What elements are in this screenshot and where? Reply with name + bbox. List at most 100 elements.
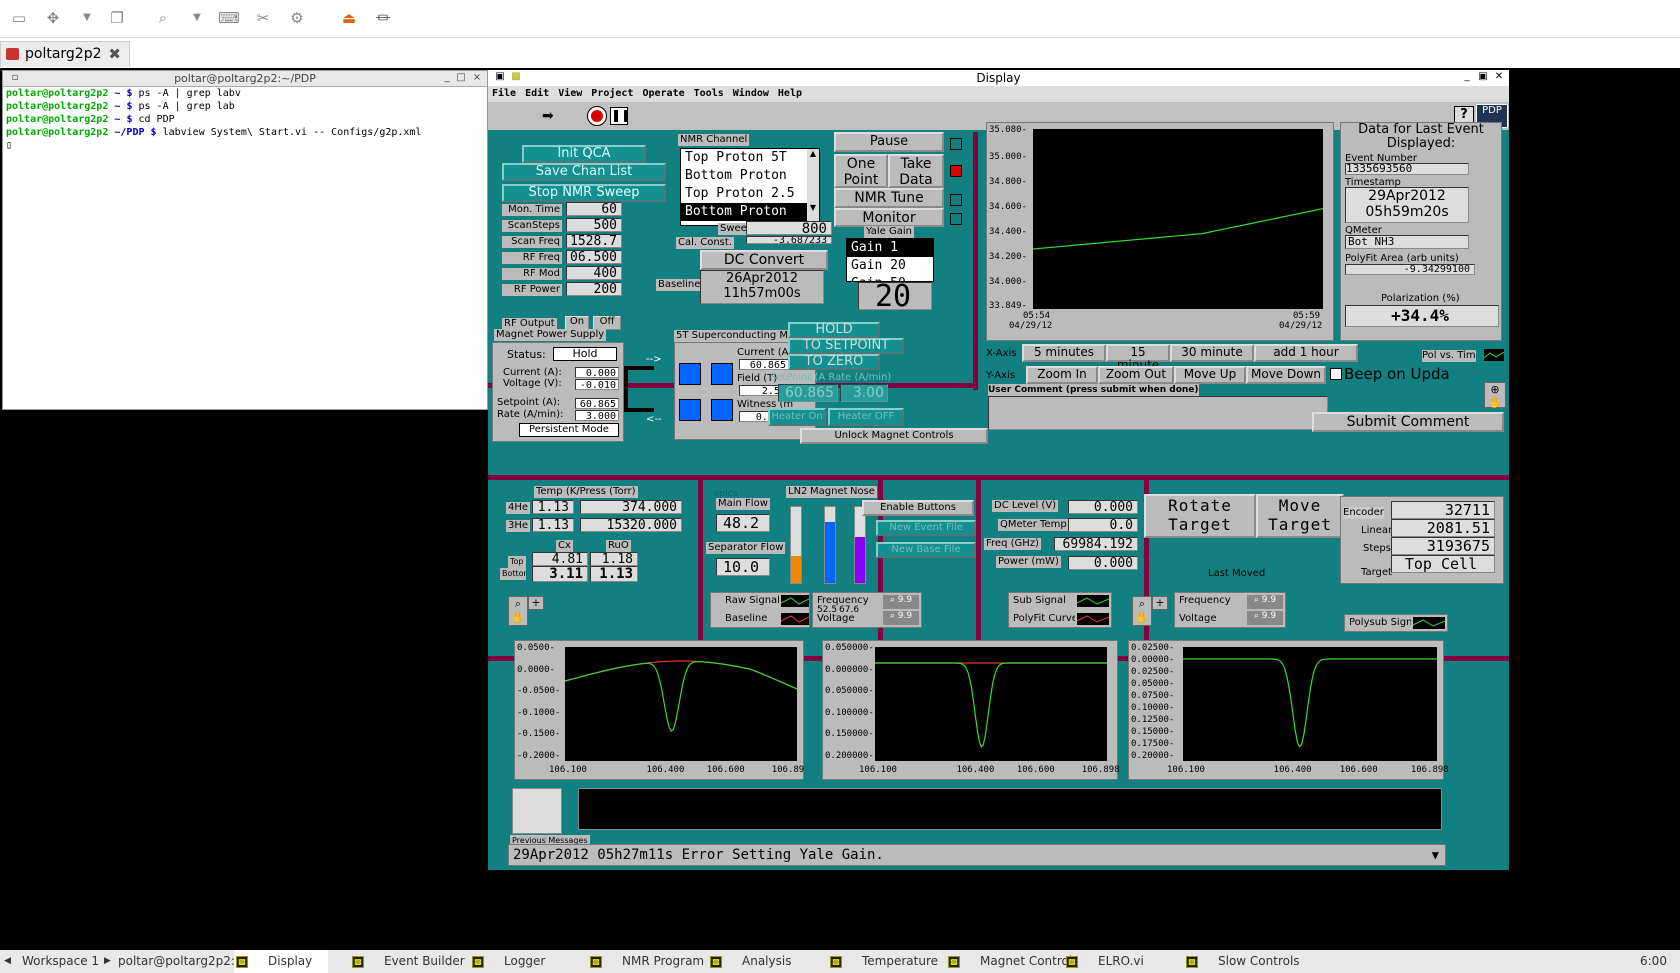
run-arrow-icon[interactable]: ➡ (542, 108, 554, 124)
taskbar-item[interactable]: ▩ Analysis (710, 950, 791, 973)
nmr-channel-list[interactable]: Top Proton 5T Bottom Proton Top Proton 2.5… (680, 148, 820, 226)
nmr-channel-item[interactable]: Bottom Proton (681, 203, 807, 221)
taskbar-item[interactable]: ▩ Temperature (830, 950, 938, 973)
minimize-icon[interactable]: _ (441, 72, 453, 84)
ps-rate-value[interactable]: 3.000 (575, 410, 619, 422)
window-icon[interactable]: ▭ (8, 8, 30, 28)
new-base-file-button[interactable]: New Base File (876, 542, 976, 558)
minimize-icon[interactable]: _ (1461, 71, 1473, 83)
x-5-minutes-button[interactable]: 5 minutes (1022, 344, 1106, 362)
copy-icon[interactable]: ❐ (106, 8, 128, 28)
terminal-window[interactable]: ▫ poltar@poltarg2p2:~/PDP _ □ × poltar@p… (2, 70, 488, 410)
yale-gain-item[interactable]: Gain 50 (847, 275, 933, 281)
current-message[interactable]: 29Apr2012 05h27m11s Error Setting Yale G… (508, 844, 1446, 866)
param-value[interactable]: 500 (566, 218, 622, 232)
abort-icon[interactable] (587, 106, 607, 126)
ps-setpoint-value[interactable]: 60.865 (575, 398, 619, 410)
keyboard-icon[interactable]: ⌨ (218, 8, 240, 28)
pause-checkbox[interactable] (950, 138, 962, 150)
pause-icon[interactable]: ❚❚ (610, 107, 631, 125)
enable-buttons-button[interactable]: Enable Buttons (862, 500, 974, 516)
nmr-channel-item[interactable]: Bottom Proton (681, 167, 807, 185)
close-icon[interactable]: × (471, 72, 483, 84)
format-icon[interactable]: ⌕ 9.9 (883, 595, 919, 609)
yale-gain-list[interactable]: Gain 1Gain 20Gain 50 (846, 238, 934, 282)
chevron-down-icon[interactable]: ▼ (186, 8, 208, 28)
pol-time-plot[interactable] (1033, 129, 1323, 309)
param-value[interactable]: 200 (566, 282, 622, 296)
scrollbar[interactable]: ▲ ▼ (807, 149, 819, 225)
power-icon[interactable]: ⏏ (338, 8, 360, 28)
submit-comment-button[interactable]: Submit Comment (1312, 412, 1504, 432)
window-menu-icon[interactable]: ▣ (494, 71, 506, 83)
move-up-button[interactable]: Move Up (1174, 366, 1246, 384)
taskbar-item[interactable]: ▩ NMR Program (590, 950, 704, 973)
user-comment-input[interactable] (988, 396, 1328, 430)
take-data-button[interactable]: Take Data (888, 154, 944, 188)
plot1-zoom-icon[interactable]: + (528, 596, 544, 610)
init-qca-button[interactable]: Init QCA (522, 145, 646, 163)
settings-icon[interactable]: ⚙ (286, 8, 308, 28)
persistent-mode-button[interactable]: Persistent Mode (519, 423, 619, 437)
maximize-icon[interactable]: ▣ (1477, 71, 1489, 83)
x-15-minutes-button[interactable]: 15 minute (1106, 344, 1170, 372)
plug-icon[interactable]: ⏛ (372, 8, 394, 28)
workspace-switcher[interactable]: Workspace 1 (22, 950, 99, 973)
maximize-icon[interactable]: □ (455, 72, 467, 84)
param-value[interactable]: 60 (566, 202, 622, 216)
rf-on-button[interactable]: On (565, 316, 589, 330)
display-titlebar[interactable]: ▣ ▩ Display _ ▣ ✕ (488, 70, 1509, 86)
graph-tools-icon[interactable]: ⊕ ✋ (1484, 382, 1506, 409)
st-rate-value[interactable]: 3.00 (840, 384, 888, 402)
plot2-zoom-icon[interactable]: + (1152, 596, 1168, 610)
plot1-tools-icon[interactable]: ⌕ ✋ (508, 596, 528, 626)
move-icon[interactable]: ✥ (42, 8, 64, 28)
next-workspace-icon[interactable]: ▶ (104, 950, 111, 973)
chevron-down-icon[interactable]: ▼ (76, 8, 98, 28)
taskbar-item[interactable]: ▩ ELRO.vi (1066, 950, 1144, 973)
rotate-target-button[interactable]: Rotate Target (1144, 494, 1256, 538)
taskbar-item[interactable]: ▩ Magnet Control (948, 950, 1072, 973)
sweeps-value[interactable]: 800 (746, 221, 832, 235)
stop-nmr-sweep-button[interactable]: Stop NMR Sweep (502, 184, 666, 202)
format-icon[interactable]: ⌕ 9.9 (883, 611, 919, 625)
taskbar-item[interactable]: ▩ Event Builder (352, 950, 465, 973)
tools-icon[interactable]: ✂ (252, 8, 274, 28)
nmr-tune-button[interactable]: NMR Tune (834, 188, 944, 208)
close-icon[interactable]: ✖ (108, 42, 121, 66)
move-target-button[interactable]: Move Target (1256, 494, 1344, 538)
taskbar-item[interactable]: poltar@poltarg2p2: (118, 950, 235, 973)
to-setpoint-button[interactable]: TO SETPOINT (788, 338, 904, 354)
format-icon[interactable]: ⌕ 9.9 (1247, 595, 1283, 609)
menu-bar[interactable]: File Edit View Project Operate Tools Win… (488, 86, 1509, 102)
terminal-titlebar[interactable]: ▫ poltar@poltarg2p2:~/PDP _ □ × (3, 71, 487, 87)
terminal-body[interactable]: poltar@poltarg2p2 ~ $ ps -A | grep labv p… (3, 87, 487, 139)
x-add-1-hour-button[interactable]: add 1 hour (1254, 344, 1358, 362)
yale-gain-item[interactable]: Gain 1 (847, 239, 933, 257)
save-chan-list-button[interactable]: Save Chan List (502, 163, 666, 181)
to-zero-button[interactable]: TO ZERO (788, 354, 880, 370)
param-value[interactable]: 06.500 (566, 250, 622, 264)
unlock-magnet-button[interactable]: Unlock Magnet Controls (800, 428, 988, 444)
raw-signal-plot[interactable] (565, 647, 797, 761)
pause-button[interactable]: Pause (834, 132, 944, 152)
nmr-channel-item[interactable]: Top Proton 2.5 (681, 185, 807, 203)
plot2-tools-icon[interactable]: ⌕ ✋ (1132, 596, 1152, 626)
message-log[interactable] (578, 788, 1442, 830)
hold-button[interactable]: HOLD (788, 322, 880, 338)
polysub-plot[interactable] (1183, 647, 1437, 761)
rf-off-button[interactable]: Off (593, 316, 621, 330)
monitor-button[interactable]: Monitor (834, 208, 944, 227)
heater-off-button[interactable]: Heater OFF (828, 408, 904, 426)
tab-poltarg2p2[interactable]: poltarg2p2 ✖ (0, 41, 130, 67)
beep-checkbox[interactable] (1330, 368, 1342, 380)
taskbar-item[interactable]: ▩ Slow Controls (1186, 950, 1300, 973)
monitor-checkbox[interactable] (950, 213, 962, 225)
prev-workspace-icon[interactable]: ◀ (4, 950, 11, 973)
format-icon[interactable]: ⌕ 9.9 (1247, 611, 1283, 625)
sub-signal-plot[interactable] (875, 647, 1107, 761)
one-point-button[interactable]: One Point (834, 154, 888, 188)
dc-convert-button[interactable]: DC Convert (700, 250, 828, 270)
heater-on-button[interactable]: Heater On (768, 408, 826, 426)
zoom-in-button[interactable]: Zoom In (1026, 366, 1098, 384)
